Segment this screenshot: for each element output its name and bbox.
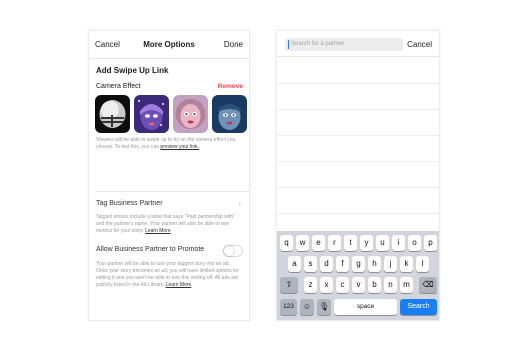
key-t[interactable]: t [344, 235, 357, 251]
done-button[interactable]: Done [224, 40, 243, 49]
numbers-key[interactable]: 123 [280, 299, 297, 315]
key-g[interactable]: g [352, 256, 365, 272]
key-s[interactable]: s [304, 256, 317, 272]
more-options-screen: Cancel More Options Done Add Swipe Up Li… [88, 30, 250, 321]
camera-effect-row: Camera Effect Remove [96, 83, 243, 93]
key-o[interactable]: o [408, 235, 421, 251]
learn-more-link[interactable]: Learn More [145, 228, 171, 234]
allow-partner-promote-label: Allow Business Partner to Promote [96, 246, 205, 253]
cancel-button[interactable]: Cancel [407, 40, 432, 49]
key-p[interactable]: p [424, 235, 437, 251]
key-k[interactable]: k [400, 256, 413, 272]
shift-arrow-icon: ⇧ [285, 280, 293, 289]
backspace-key[interactable]: ⌫ [419, 277, 437, 293]
divider [277, 213, 439, 214]
dictation-key[interactable]: 🎙 [317, 299, 331, 315]
divider [96, 191, 249, 192]
backspace-icon: ⌫ [422, 280, 434, 289]
partner-search-screen: Search for a partner Cancel q w e r t y … [276, 30, 440, 321]
key-b[interactable]: b [368, 277, 381, 293]
key-e[interactable]: e [312, 235, 325, 251]
key-n[interactable]: n [384, 277, 397, 293]
search-placeholder: Search for a partner [291, 41, 345, 47]
key-y[interactable]: y [360, 235, 373, 251]
preview-link[interactable]: preview your link. [160, 144, 199, 150]
key-c[interactable]: c [336, 277, 349, 293]
key-d[interactable]: d [320, 256, 333, 272]
key-m[interactable]: m [400, 277, 413, 293]
camera-effect-description: Viewers will be able to swipe up to try … [96, 137, 242, 151]
effect-helmet-thumbnail[interactable] [95, 95, 130, 133]
text-caret [288, 40, 289, 49]
remove-button[interactable]: Remove [218, 83, 243, 90]
key-i[interactable]: i [392, 235, 405, 251]
divider [277, 187, 439, 188]
microphone-icon: 🎙 [318, 302, 330, 311]
effect-pink-face-thumbnail[interactable] [173, 95, 208, 133]
camera-effect-label: Camera Effect [96, 83, 141, 90]
learn-more-link[interactable]: Learn More [166, 282, 192, 288]
key-v[interactable]: v [352, 277, 365, 293]
section-title: Add Swipe Up Link [96, 66, 169, 75]
key-w[interactable]: w [296, 235, 309, 251]
key-r[interactable]: r [328, 235, 341, 251]
nav-bar: Cancel More Options Done [89, 31, 249, 59]
allow-partner-promote-toggle[interactable] [223, 245, 243, 257]
shift-key[interactable]: ⇧ [280, 277, 298, 293]
camera-effects-list [95, 95, 249, 135]
allow-promote-description: Your partner will be able to turn your t… [96, 261, 242, 289]
tag-business-partner-row[interactable]: Tag Business Partner [96, 200, 163, 207]
search-key[interactable]: Search [400, 299, 437, 315]
key-x[interactable]: x [320, 277, 333, 293]
divider [277, 161, 439, 162]
space-key[interactable]: space [334, 299, 397, 315]
key-f[interactable]: f [336, 256, 349, 272]
tag-partner-description: Tagged stories include a label that says… [96, 214, 242, 235]
divider [277, 83, 439, 84]
key-u[interactable]: u [376, 235, 389, 251]
effect-blue-face-thumbnail[interactable] [212, 95, 247, 133]
key-z[interactable]: z [304, 277, 317, 293]
emoji-icon: ☺ [302, 302, 312, 311]
search-input[interactable]: Search for a partner [285, 38, 403, 51]
toggle-knob [224, 246, 234, 256]
key-j[interactable]: j [384, 256, 397, 272]
key-q[interactable]: q [280, 235, 293, 251]
key-l[interactable]: l [416, 256, 429, 272]
effect-galaxy-face-thumbnail[interactable] [134, 95, 169, 133]
chevron-right-icon: › [238, 199, 241, 208]
divider [277, 109, 439, 110]
keyboard: q w e r t y u i o p a s d f g h j k l ⇧ … [277, 231, 439, 320]
divider [277, 135, 439, 136]
key-a[interactable]: a [288, 256, 301, 272]
key-h[interactable]: h [368, 256, 381, 272]
emoji-key[interactable]: ☺ [300, 299, 314, 315]
search-bar: Search for a partner Cancel [277, 31, 439, 57]
